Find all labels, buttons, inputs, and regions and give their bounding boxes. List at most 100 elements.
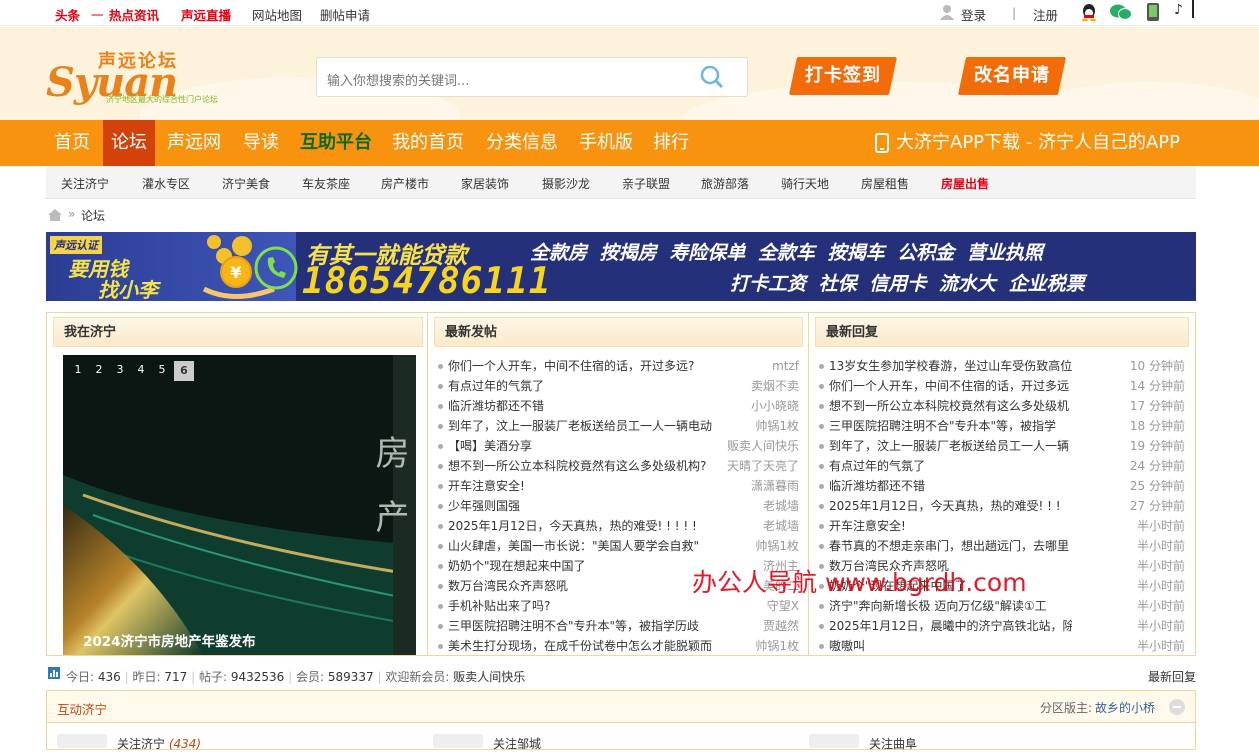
latest-replies-link[interactable]: 最新回复 xyxy=(1148,668,1196,685)
list-row[interactable]: 少年强则国强 老城墙 xyxy=(438,496,799,516)
forum-icon[interactable] xyxy=(809,734,859,748)
row-title[interactable]: 嗷嗷叫 xyxy=(829,636,1072,656)
list-row[interactable]: 开车注意安全! 潇潇暮雨 xyxy=(438,476,799,496)
list-row[interactable]: 手机补贴出来了吗? 守望X xyxy=(438,596,799,616)
row-author[interactable]: 帅锅1枚 xyxy=(755,636,799,656)
search-icon[interactable] xyxy=(699,64,725,90)
list-row[interactable]: 你们一个人开车，中间不住宿的话，开过多远? mtzf xyxy=(438,356,799,376)
app-download-link[interactable]: 大济宁APP下载 - 济宁人自己的APP xyxy=(896,120,1186,166)
breadcrumb-current[interactable]: 论坛 xyxy=(81,207,105,224)
row-author[interactable]: 老城墙 xyxy=(763,496,799,516)
subnav-item[interactable]: 车友茶座 xyxy=(302,175,350,192)
list-row[interactable]: 美术生打分现场，在成千份试卷中怎么才能脱颖而 帅锅1枚 xyxy=(438,636,799,656)
toplink-sitemap[interactable]: 网站地图 xyxy=(252,5,302,24)
list-row[interactable]: 你们一个人开车，中间不住宿的话，开过多远 14 分钟前 xyxy=(819,376,1185,396)
subnav-item[interactable]: 旅游部落 xyxy=(701,175,749,192)
row-title[interactable]: 少年强则国强 xyxy=(448,496,714,516)
forum-name[interactable]: 关注邹城 xyxy=(493,737,541,751)
nav-forum[interactable]: 论坛 xyxy=(103,120,155,166)
row-author[interactable]: 贩卖人间快乐 xyxy=(727,436,799,456)
mobile-icon[interactable] xyxy=(1146,3,1160,24)
subnav-item[interactable]: 济宁美食 xyxy=(222,175,270,192)
row-title[interactable]: 2025年1月12日，今天真热，热的难受! ! ! ! ! xyxy=(448,516,714,536)
toplink-headline[interactable]: 头条 xyxy=(55,5,80,24)
list-row[interactable]: 有点过年的气氛了 卖烟不卖 xyxy=(438,376,799,396)
home-icon[interactable] xyxy=(48,209,62,224)
nav-my-home[interactable]: 我的首页 xyxy=(386,120,470,166)
list-row[interactable]: 想不到一所公立本科院校竟然有这么多处级机 17 分钟前 xyxy=(819,396,1185,416)
row-author[interactable]: 潇潇暮雨 xyxy=(751,476,799,496)
row-title[interactable]: 13岁女生参加学校春游，坐过山车受伤致高位 xyxy=(829,356,1072,376)
subnav-item[interactable]: 摄影沙龙 xyxy=(542,175,590,192)
subnav-item[interactable]: 亲子联盟 xyxy=(622,175,670,192)
forum-icon[interactable] xyxy=(57,734,107,748)
subnav-item-highlight[interactable]: 房屋出售 xyxy=(941,175,989,192)
subnav-item[interactable]: 家居装饰 xyxy=(461,175,509,192)
row-author[interactable]: 老城墙 xyxy=(763,516,799,536)
nav-home[interactable]: 首页 xyxy=(46,120,98,166)
subnav-item[interactable]: 骑行天地 xyxy=(781,175,829,192)
row-title[interactable]: 临沂潍坊都还不错 xyxy=(448,396,714,416)
nav-classifieds[interactable]: 分类信息 xyxy=(480,120,564,166)
list-row[interactable]: 有点过年的气氛了 24 分钟前 xyxy=(819,456,1185,476)
slide-page-active[interactable]: 6 xyxy=(174,361,194,381)
forum-icon[interactable] xyxy=(433,734,483,748)
list-row[interactable]: 三甲医院招聘注明不合"专升本"等，被指学 18 分钟前 xyxy=(819,416,1185,436)
nav-guide[interactable]: 导读 xyxy=(236,120,286,166)
new-member-link[interactable]: 贩卖人间快乐 xyxy=(453,670,525,684)
site-logo[interactable]: 声远论坛 Syuan 济宁地区最大的综合性门户论坛 xyxy=(46,47,246,111)
list-row[interactable]: 临沂潍坊都还不错 25 分钟前 xyxy=(819,476,1185,496)
row-title[interactable]: 有点过年的气氛了 xyxy=(448,376,714,396)
row-title[interactable]: 济宁"奔向新增长极 迈向万亿级"解读①工 xyxy=(829,596,1072,616)
row-title[interactable]: 数万台湾民众齐声怒吼 xyxy=(448,576,714,596)
list-row[interactable]: 到年了，汶上一服装厂老板送给员工一人一辆 19 分钟前 xyxy=(819,436,1185,456)
slide-page[interactable]: 5 xyxy=(153,361,171,379)
row-title[interactable]: 手机补贴出来了吗? xyxy=(448,596,714,616)
row-author[interactable]: 小小晓晓 xyxy=(751,396,799,416)
forum-name[interactable]: 关注济宁 xyxy=(117,737,165,751)
forum-entry[interactable]: 关注邹城 xyxy=(493,735,541,752)
subnav-item[interactable]: 关注济宁 xyxy=(61,175,109,192)
row-title[interactable]: 三甲医院招聘注明不合"专升本"等，被指学历歧 xyxy=(448,616,714,636)
moderator-link[interactable]: 故乡的小桥 xyxy=(1095,699,1155,716)
row-author[interactable]: 贾越然 xyxy=(763,616,799,636)
slide-page[interactable]: 2 xyxy=(90,361,108,379)
login-link[interactable]: 登录 xyxy=(961,5,986,24)
ad-banner[interactable]: 声远认证 要用钱 找小李 ¥ 有其一就能贷款 18654786111 全款房 按… xyxy=(46,232,1196,301)
forum-entry[interactable]: 关注济宁 (434) xyxy=(117,735,201,752)
list-row[interactable]: 山火肆虐，美国一市长说："美国人要学会自救" 帅锅1枚 xyxy=(438,536,799,556)
search-input[interactable]: 输入你想搜索的关键词... xyxy=(327,70,469,89)
forum-entry[interactable]: 关注曲阜 xyxy=(869,735,917,752)
subnav-item[interactable]: 房产楼市 xyxy=(381,175,429,192)
list-row[interactable]: 到年了，汶上一服装厂老板送给员工一人一辆电动 帅锅1枚 xyxy=(438,416,799,436)
list-row[interactable]: 嗷嗷叫 半小时前 xyxy=(819,636,1185,656)
nav-mutual-aid[interactable]: 互助平台 xyxy=(296,120,376,166)
row-author[interactable]: 守望X xyxy=(767,596,799,616)
row-title[interactable]: 美术生打分现场，在成千份试卷中怎么才能脱颖而 xyxy=(448,636,714,656)
list-row[interactable]: 2025年1月12日，今天真热，热的难受! ! ! 27 分钟前 xyxy=(819,496,1185,516)
row-author[interactable]: 帅锅1枚 xyxy=(755,536,799,556)
forum-name[interactable]: 关注曲阜 xyxy=(869,737,917,751)
row-title[interactable]: 开车注意安全! xyxy=(448,476,714,496)
checkin-button[interactable]: 打卡签到 xyxy=(788,57,898,95)
list-row[interactable]: 春节真的不想走亲串门，想出趟远门，去哪里 半小时前 xyxy=(819,536,1185,556)
row-title[interactable]: 有点过年的气氛了 xyxy=(829,456,1072,476)
subnav-item[interactable]: 房屋租售 xyxy=(861,175,909,192)
row-title[interactable]: 到年了，汶上一服装厂老板送给员工一人一辆 xyxy=(829,436,1072,456)
toplink-live[interactable]: 声远直播 xyxy=(181,5,231,24)
wechat-icon[interactable] xyxy=(1110,3,1132,24)
slide-page[interactable]: 4 xyxy=(132,361,150,379)
row-title[interactable]: 奶奶个"现在想起来中国了 xyxy=(448,556,714,576)
search-box[interactable]: 输入你想搜索的关键词... xyxy=(316,57,748,97)
subnav-item[interactable]: 灌水专区 xyxy=(142,175,190,192)
row-author[interactable]: 帅锅1枚 xyxy=(755,416,799,436)
list-row[interactable]: 开车注意安全! 半小时前 xyxy=(819,516,1185,536)
row-title[interactable]: 【喝】美酒分享 xyxy=(448,436,714,456)
toplink-delete-request[interactable]: 删帖申请 xyxy=(320,5,370,24)
list-row[interactable]: 想不到一所公立本科院校竟然有这么多处级机构? 天晴了天亮了 xyxy=(438,456,799,476)
row-title[interactable]: 春节真的不想走亲串门，想出趟远门，去哪里 xyxy=(829,536,1072,556)
list-row[interactable]: 济宁"奔向新增长极 迈向万亿级"解读①工 半小时前 xyxy=(819,596,1185,616)
slide-page[interactable]: 3 xyxy=(111,361,129,379)
row-title[interactable]: 你们一个人开车，中间不住宿的话，开过多远? xyxy=(448,356,714,376)
row-title[interactable]: 想不到一所公立本科院校竟然有这么多处级机 xyxy=(829,396,1072,416)
